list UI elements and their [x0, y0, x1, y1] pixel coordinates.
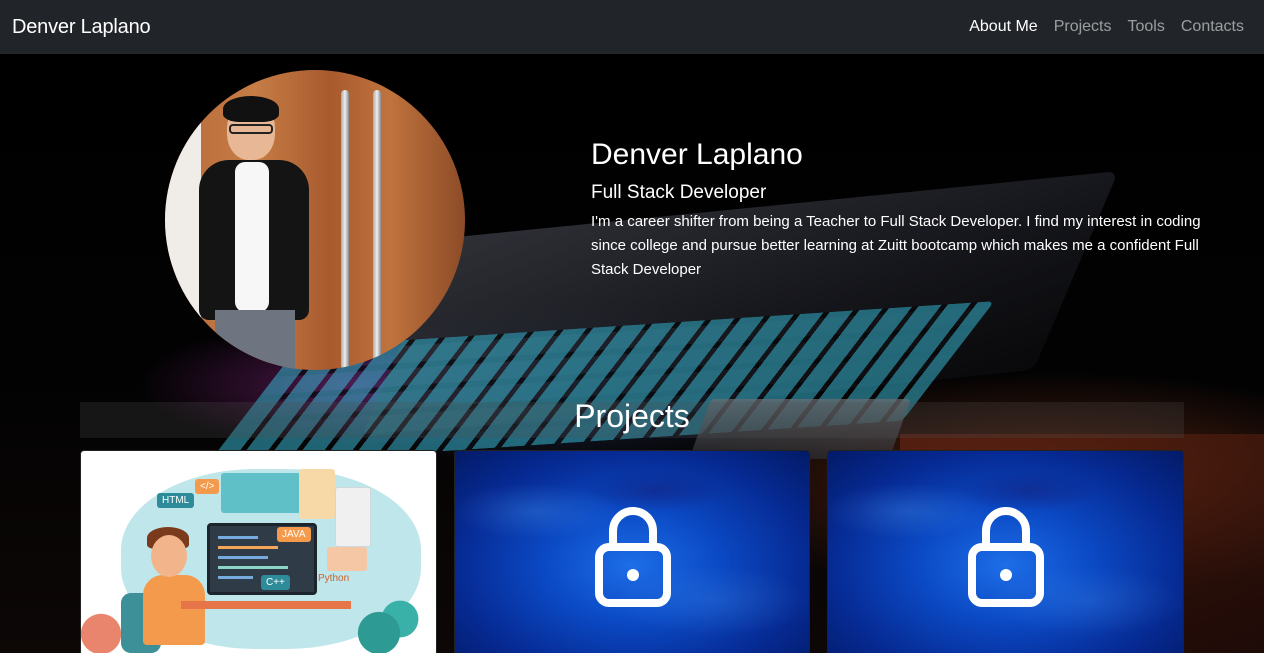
nav-link-contacts[interactable]: Contacts [1181, 18, 1244, 36]
tag-java: JAVA [277, 527, 311, 542]
profile-role: Full Stack Developer [591, 182, 767, 203]
profile-photo [165, 70, 465, 370]
about-intro: Denver Laplano Full Stack Developer I'm … [591, 138, 1211, 282]
hero-section: Denver Laplano Full Stack Developer I'm … [0, 54, 1264, 653]
top-navbar: Denver Laplano About Me Projects Tools C… [0, 0, 1264, 54]
tag-code: </> [195, 479, 220, 494]
project-cards: HTML </> JAVA C++ Python [80, 450, 1185, 653]
navbar-brand[interactable]: Denver Laplano [12, 16, 151, 39]
project-card-3[interactable] [827, 450, 1185, 653]
project-card-1[interactable]: HTML </> JAVA C++ Python [80, 450, 437, 653]
projects-heading: Projects [574, 398, 690, 434]
nav-links: About Me Projects Tools Contacts [969, 18, 1252, 36]
nav-link-about-me[interactable]: About Me [969, 18, 1037, 36]
nav-link-tools[interactable]: Tools [1128, 18, 1165, 36]
nav-link-projects[interactable]: Projects [1054, 18, 1112, 36]
tag-python: Python [318, 573, 350, 584]
tag-cpp: C++ [261, 575, 290, 590]
profile-name: Denver Laplano [591, 138, 803, 171]
lock-icon [968, 507, 1045, 607]
profile-bio: I'm a career shifter from being a Teache… [591, 213, 1201, 278]
lock-icon [594, 507, 671, 607]
project-card-2[interactable] [453, 450, 811, 653]
tag-html: HTML [157, 493, 195, 508]
